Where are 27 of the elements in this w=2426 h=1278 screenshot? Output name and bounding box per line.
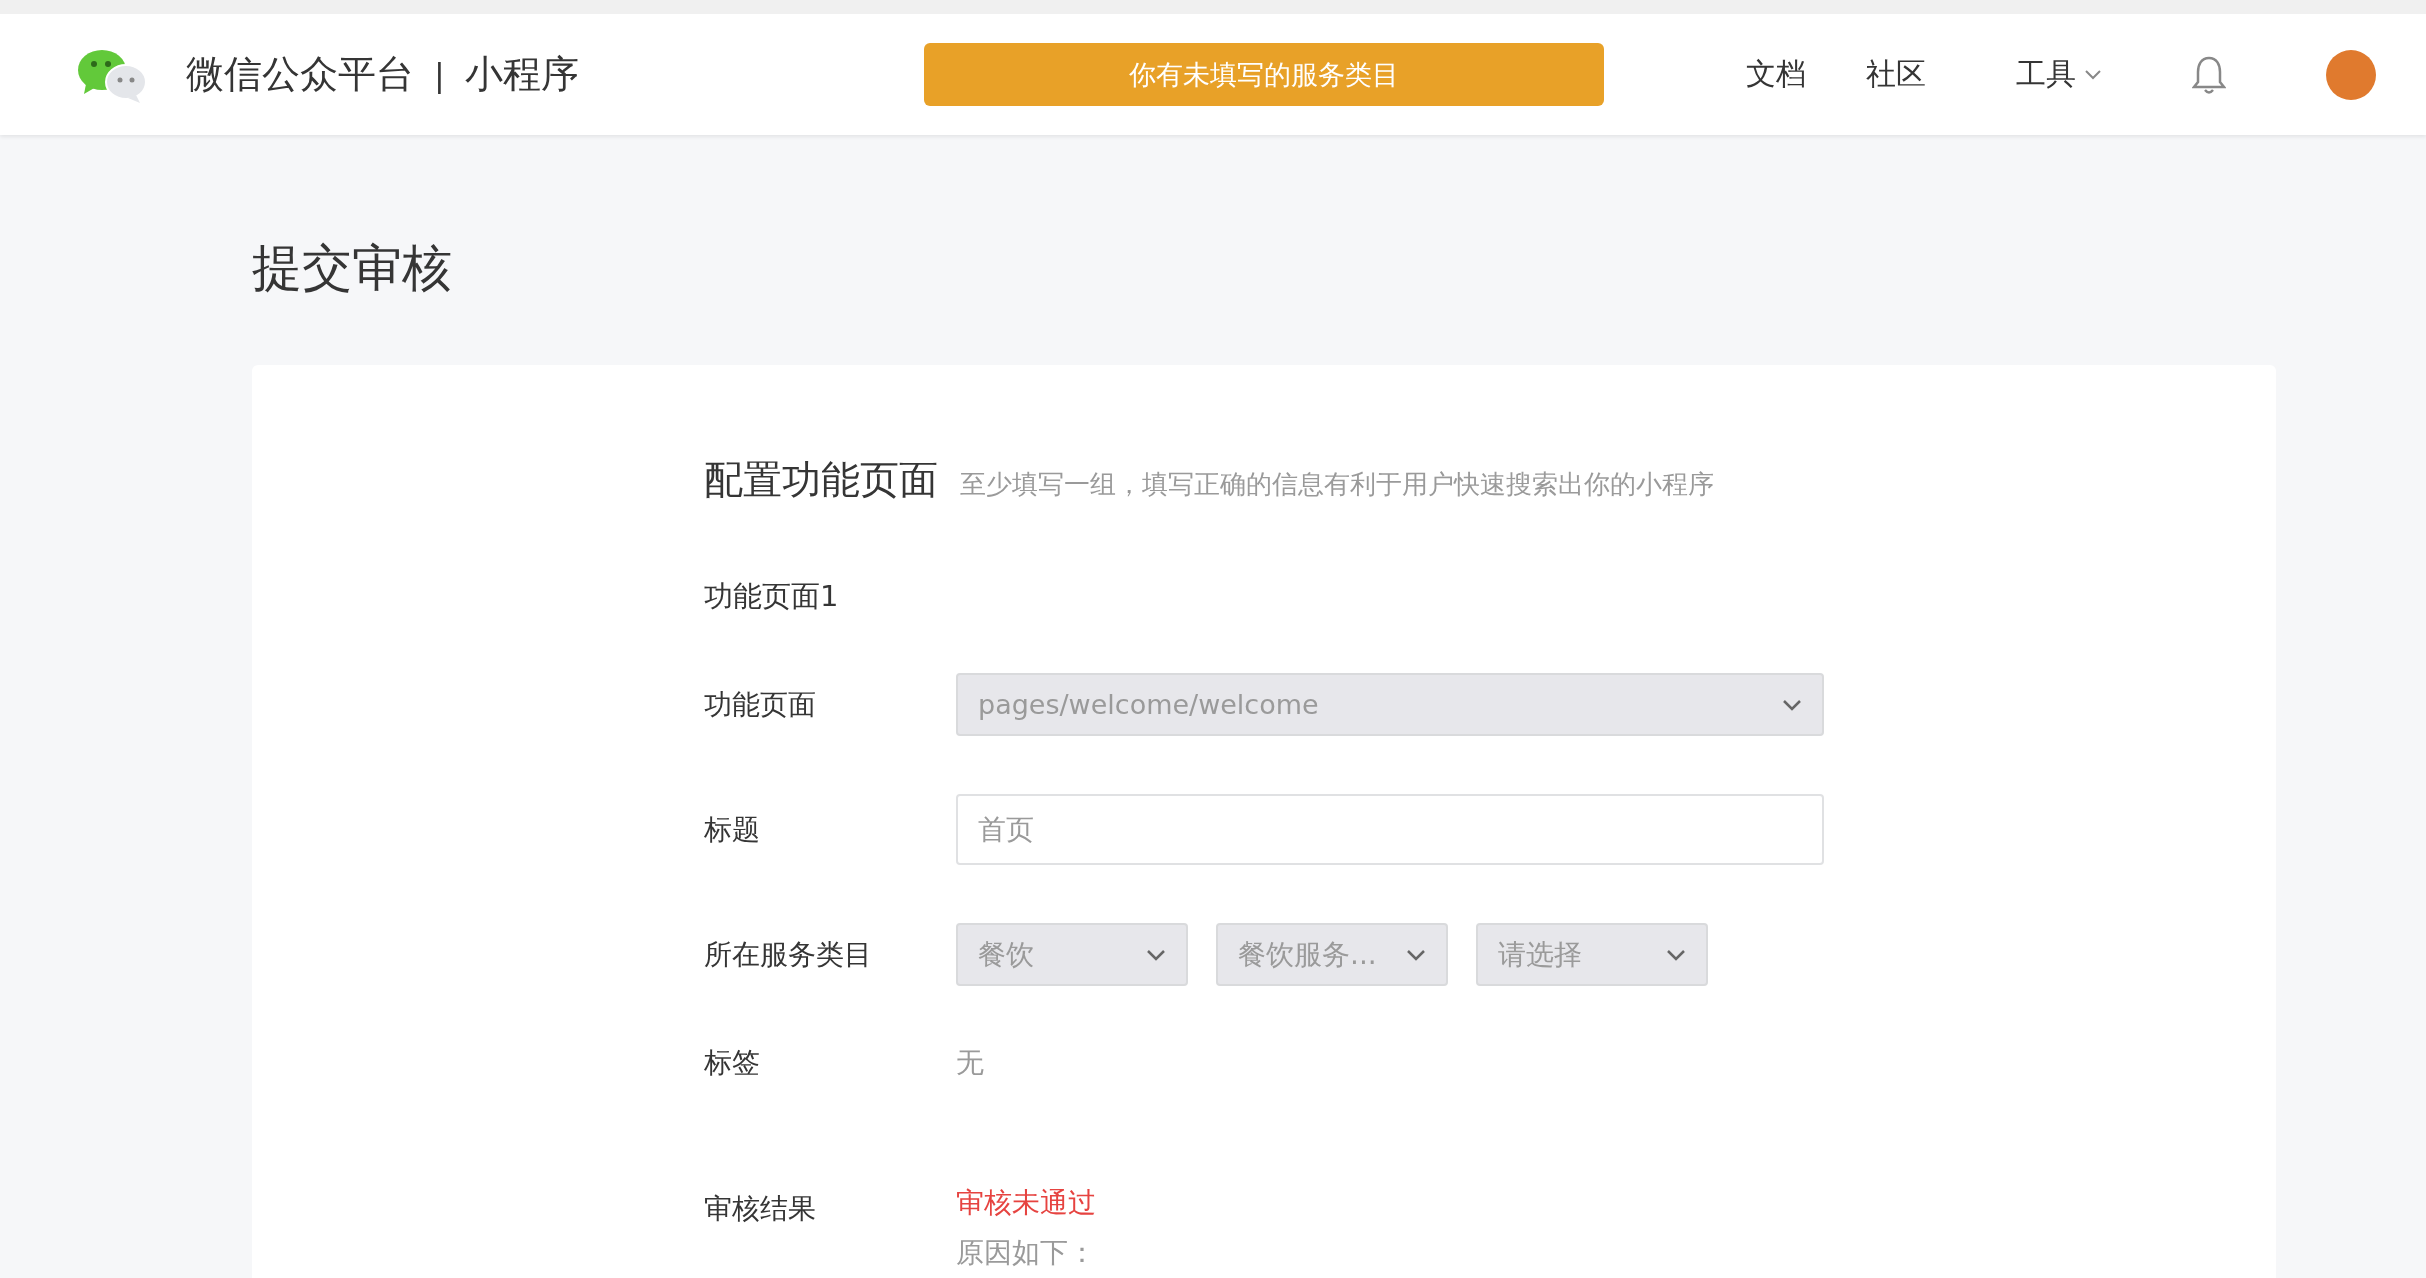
field-value: 无: [956, 1045, 984, 1081]
nav-link[interactable]: 社区: [1866, 54, 1926, 95]
chevron-down-icon: [1666, 948, 1686, 961]
reason-text: 原因如下：: [956, 1235, 1096, 1271]
platform-name: 微信公众平台: [186, 51, 414, 98]
field-label: 审核结果: [704, 1191, 817, 1227]
field-label: 功能页面: [704, 686, 817, 723]
chevron-down-icon: [1406, 948, 1426, 961]
section-hint: 至少填写一组，填写正确的信息有利于用户快速搜索出你的小程序: [960, 468, 1714, 501]
product-name: 小程序: [464, 51, 579, 98]
nav-link[interactable]: 文档: [1746, 54, 1806, 95]
nav-dropdown[interactable]: 工具: [2016, 54, 2102, 95]
field-label: 标签: [704, 1045, 761, 1081]
chevron-down-icon: [2084, 68, 2102, 81]
review-status: 审核未通过: [956, 1185, 1096, 1221]
bell-icon[interactable]: [2192, 54, 2226, 95]
separator: |: [434, 55, 445, 94]
field-label: 标题: [704, 811, 761, 848]
title-input[interactable]: 首页: [956, 794, 1824, 865]
chevron-down-icon: [1782, 698, 1802, 711]
chevron-down-icon: [1146, 948, 1166, 961]
page-title: 提交审核: [252, 238, 453, 299]
avatar[interactable]: [2326, 49, 2376, 100]
notice-banner[interactable]: 你有未填写的服务类目: [924, 43, 1604, 106]
group-title: 功能页面1: [704, 578, 840, 615]
field-label: 所在服务类目: [704, 936, 873, 973]
section-title: 配置功能页面: [704, 456, 938, 504]
